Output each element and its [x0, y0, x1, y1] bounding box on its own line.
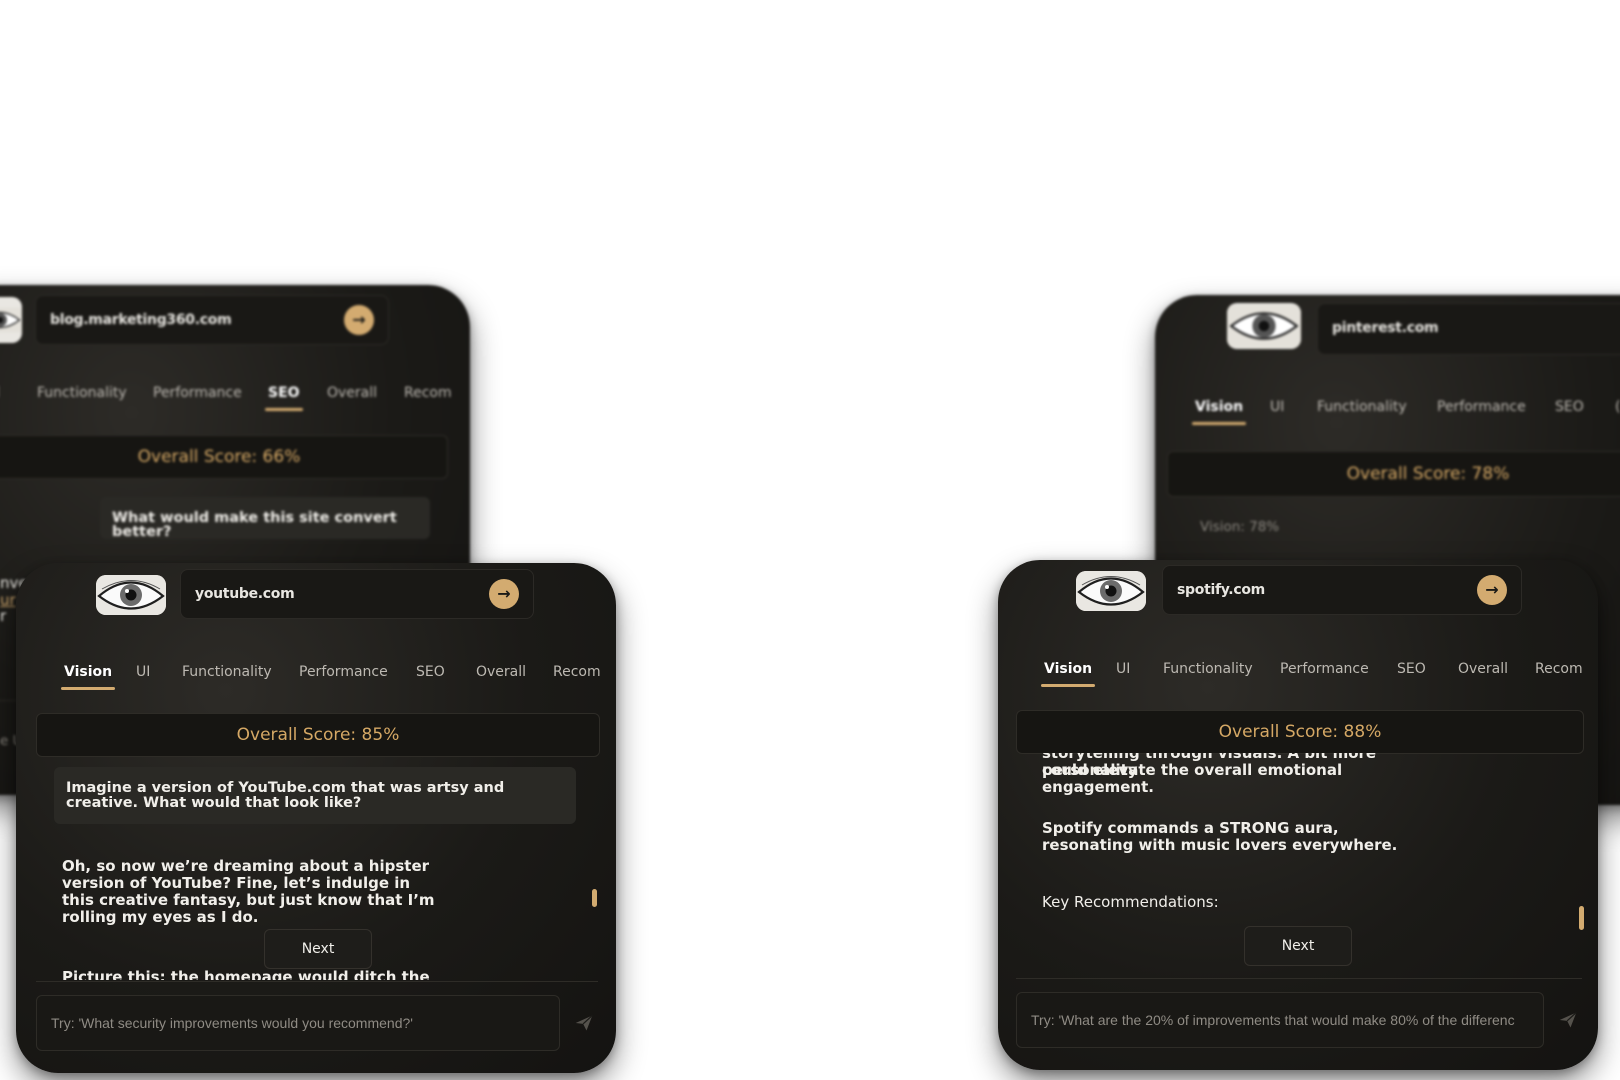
vision-score-line: Vision: 78% — [1200, 519, 1280, 535]
eye-icon — [0, 297, 22, 343]
tab-recom[interactable]: Recom — [1535, 659, 1583, 679]
tab-performance[interactable]: Performance — [1437, 397, 1526, 417]
tab-overall[interactable]: Overall — [476, 662, 526, 682]
eye-icon — [1227, 303, 1301, 349]
url-input[interactable]: blog.marketing360.com → — [35, 295, 389, 345]
arrow-right-icon: → — [1485, 580, 1499, 599]
overall-score: Overall Score: 78% — [1167, 451, 1620, 497]
tab-functionality[interactable]: Functionality — [1163, 659, 1253, 679]
tab-vision[interactable]: Vision — [1191, 397, 1247, 425]
scrollbar-thumb[interactable] — [1579, 906, 1584, 930]
chat-input-field[interactable] — [51, 996, 545, 1050]
arrow-right-icon: → — [497, 584, 511, 603]
go-button[interactable]: → — [344, 305, 374, 335]
tab-overall[interactable]: Overall — [327, 383, 377, 403]
overall-score: Overall Score: 85% — [36, 713, 600, 757]
tab-functionality[interactable]: Functionality — [37, 383, 127, 403]
eye-icon — [1076, 571, 1146, 611]
tab-vision[interactable]: Vision — [1040, 659, 1096, 687]
tab-functionality[interactable]: Functionality — [182, 662, 272, 682]
url-input[interactable]: spotify.com → — [1162, 565, 1522, 615]
assistant-message-continued: Picture this: the homepage would ditch t… — [62, 968, 430, 981]
tab-seo[interactable]: SEO — [265, 383, 303, 411]
url-text: youtube.com — [195, 586, 295, 602]
assistant-text: could elevate the overall emotional enga… — [1042, 761, 1343, 796]
key-recommendations-heading: Key Recommendations: — [1042, 893, 1219, 911]
bold-statement: Spotify commands a STRONG aura, resonati… — [1042, 819, 1398, 854]
tab-functionality[interactable]: Functionality — [1317, 397, 1407, 417]
paper-plane-icon[interactable] — [1558, 1010, 1578, 1030]
tab-overflow[interactable]: ( — [1615, 397, 1620, 417]
tab-performance[interactable]: Performance — [299, 662, 388, 682]
assistant-message: Oh, so now we’re dreaming about a hipste… — [62, 857, 435, 926]
go-button[interactable]: → — [1477, 575, 1507, 605]
divider — [36, 981, 598, 982]
go-button[interactable]: → — [489, 579, 519, 609]
card-spotify: spotify.com → Vision UI Functionality Pe… — [998, 560, 1598, 1070]
overall-score: Overall Score: 88% — [1016, 710, 1584, 754]
edge-fragment: r — [0, 607, 7, 625]
chat-input[interactable] — [1016, 992, 1544, 1048]
card-youtube: youtube.com → Vision UI Functionality Pe… — [16, 563, 616, 1073]
tab-recom[interactable]: Recom — [553, 662, 601, 682]
tab-vision[interactable]: Vision — [60, 662, 116, 690]
eye-icon — [96, 575, 166, 615]
url-text: spotify.com — [1177, 582, 1265, 598]
tab-seo[interactable]: SEO — [416, 662, 445, 682]
paper-plane-icon[interactable] — [574, 1013, 594, 1033]
tab-ui[interactable]: UI — [1116, 659, 1130, 679]
tab-ui[interactable]: UI — [136, 662, 150, 682]
chat-input[interactable] — [36, 995, 560, 1051]
url-text: pinterest.com — [1332, 320, 1439, 336]
tab-ui[interactable]: UI — [1270, 397, 1284, 417]
tab-seo[interactable]: SEO — [1555, 397, 1584, 417]
overall-score: Overall Score: 66% — [0, 435, 448, 479]
next-button[interactable]: Next — [1244, 926, 1352, 966]
chat-input-field[interactable] — [1031, 993, 1529, 1047]
tab-performance[interactable]: Performance — [1280, 659, 1369, 679]
tab-seo[interactable]: SEO — [1397, 659, 1426, 679]
user-message: Imagine a version of YouTube.com that wa… — [54, 767, 576, 824]
tab-performance[interactable]: Performance — [153, 383, 242, 403]
url-text: blog.marketing360.com — [50, 312, 232, 328]
url-input[interactable]: youtube.com → — [180, 569, 534, 619]
chat-scroll-area[interactable]: Imagine a version of YouTube.com that wa… — [36, 759, 584, 980]
user-message: What would make this site convert better… — [100, 497, 430, 539]
divider — [1016, 978, 1582, 979]
tab-recom[interactable]: Recom — [404, 383, 452, 403]
url-input[interactable]: pinterest.com — [1317, 303, 1620, 355]
tab-overall[interactable]: Overall — [1458, 659, 1508, 679]
arrow-right-icon: → — [352, 310, 366, 329]
chat-scroll-area[interactable]: storytelling through visuals. A bit more… — [1016, 753, 1564, 976]
next-button[interactable]: Next — [264, 929, 372, 969]
scrollbar-thumb[interactable] — [592, 889, 597, 907]
